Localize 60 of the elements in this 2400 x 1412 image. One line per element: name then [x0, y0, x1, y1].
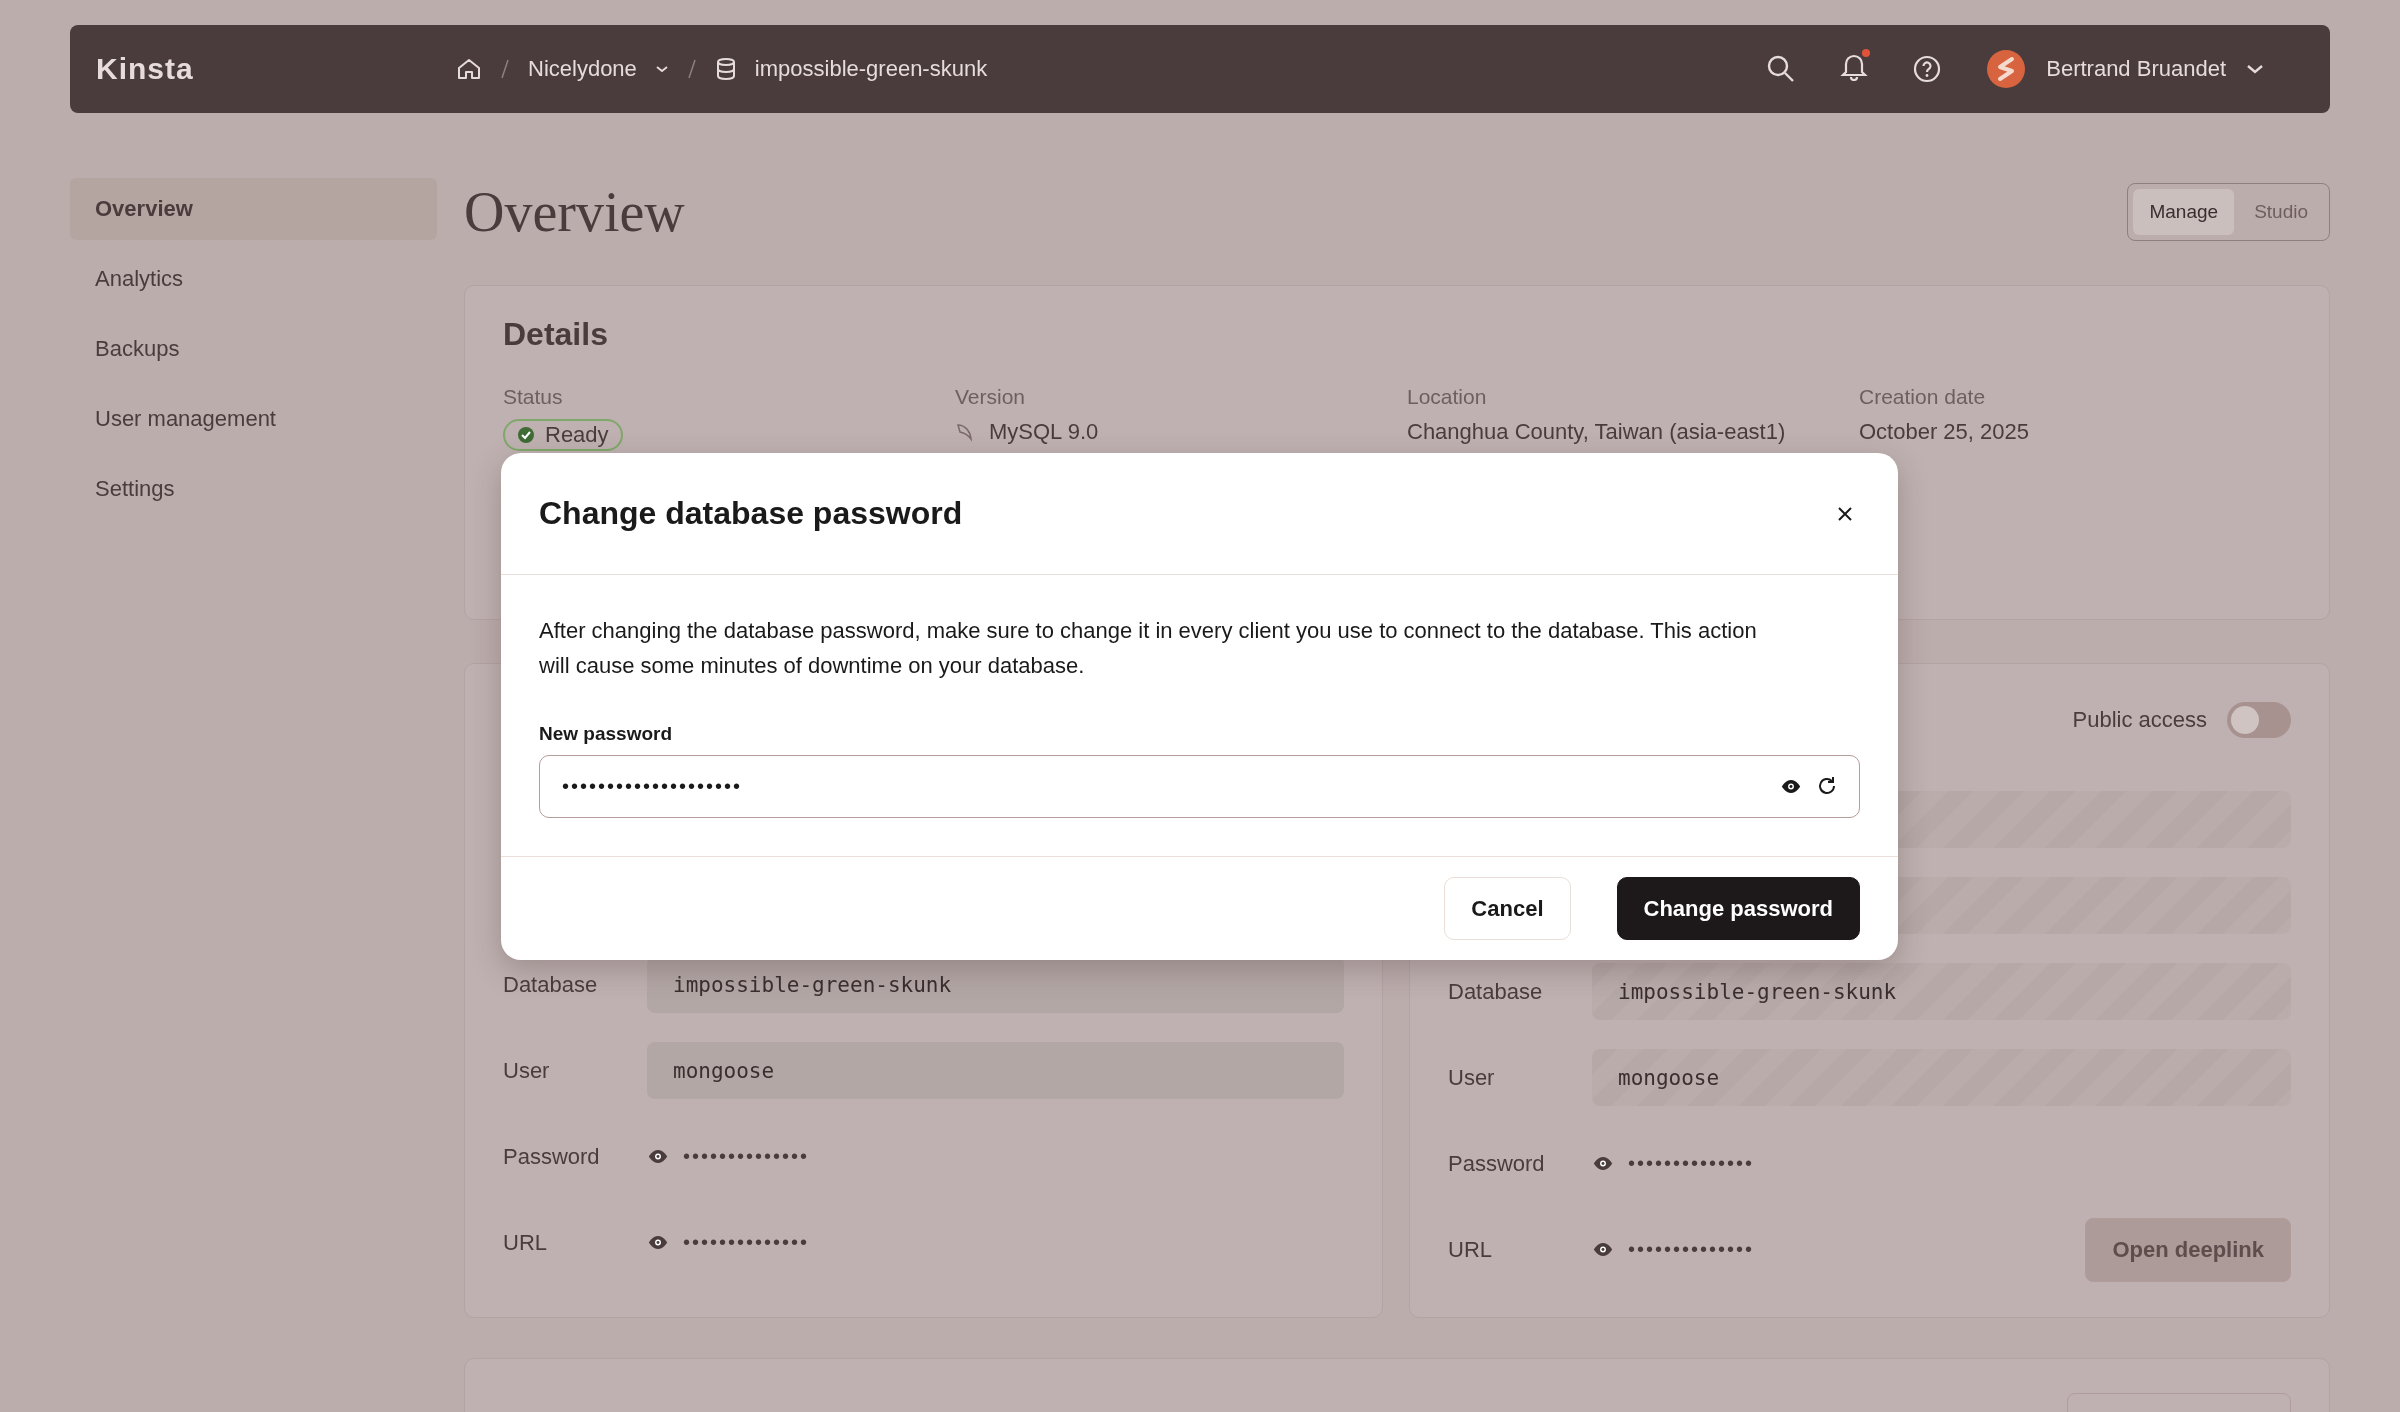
sidebar-item[interactable]: User management: [70, 388, 437, 450]
detail-value: October 25, 2025: [1859, 419, 2029, 445]
detail-label: Location: [1407, 385, 1488, 409]
masked-value: ••••••••••••••: [683, 1145, 810, 1168]
masked-value: ••••••••••••••: [1628, 1152, 1755, 1175]
show-password-icon[interactable]: [1780, 778, 1802, 794]
help-icon[interactable]: [1912, 54, 1943, 84]
cancel-button[interactable]: Cancel: [1444, 877, 1571, 940]
readonly-field: impossible-green-skunk: [1592, 963, 2291, 1020]
toggle-switch[interactable]: [2227, 702, 2291, 738]
page-title: Overview: [464, 179, 685, 244]
close-icon[interactable]: [1836, 504, 1854, 523]
refresh-icon[interactable]: [1816, 775, 1838, 797]
chevron-down-icon[interactable]: [2246, 63, 2264, 75]
breadcrumb-link[interactable]: Nicelydone: [528, 56, 637, 82]
field-label: User: [503, 1057, 551, 1084]
check-icon: [517, 426, 535, 444]
dialog-message: After changing the database password, make sure to change it in every client you use to connect to the database. This action will cause some minutes of downtime on your database.: [539, 617, 1758, 680]
field-label: Password: [1448, 1150, 1546, 1177]
readonly-field: mongoose: [1592, 1049, 2291, 1106]
view-tab[interactable]: Manage: [2133, 188, 2235, 235]
eye-icon[interactable]: [647, 1149, 669, 1164]
detail-label: Version: [955, 385, 1027, 409]
database-icon: [714, 57, 737, 81]
breadcrumb-link[interactable]: impossible-green-skunk: [754, 56, 988, 82]
sidebar-item[interactable]: Settings: [70, 458, 437, 520]
field-label: New password: [539, 723, 674, 745]
field-label: Database: [1448, 978, 1544, 1005]
eye-icon[interactable]: [647, 1235, 669, 1250]
breadcrumb-separator: [686, 58, 697, 80]
breadcrumb-separator: [500, 58, 510, 80]
field-label: User: [1448, 1064, 1496, 1091]
chevron-down-icon[interactable]: [654, 64, 669, 74]
field-label: Password: [503, 1143, 601, 1170]
detail-value: MySQL 9.0: [989, 419, 1099, 445]
password-field[interactable]: ••••••••••••••••••••: [539, 755, 1860, 818]
readonly-field: mongoose: [647, 1042, 1344, 1099]
card-title: Details: [503, 316, 609, 353]
status-badge: Ready: [503, 419, 623, 451]
sidebar-item[interactable]: Overview: [70, 178, 437, 240]
eye-icon[interactable]: [1592, 1156, 1614, 1171]
fin-icon: [955, 422, 975, 442]
submit-button[interactable]: Change password: [1616, 877, 1860, 940]
user-name[interactable]: Bertrand Bruandet: [2046, 56, 2226, 82]
masked-value: ••••••••••••••: [1628, 1238, 1755, 1261]
sidebar-item[interactable]: Analytics: [70, 248, 437, 310]
eye-icon[interactable]: [1592, 1242, 1614, 1257]
detail-label: Status: [503, 385, 564, 409]
avatar-icon[interactable]: [1986, 49, 2027, 89]
masked-value: ••••••••••••••: [683, 1231, 810, 1254]
field-label: URL: [1448, 1236, 1493, 1263]
field-label: Database: [503, 971, 599, 998]
detail-value: Changhua County, Taiwan (asia-east1): [1407, 419, 1786, 445]
field-label: URL: [503, 1229, 548, 1256]
detail-label: Creation date: [1859, 385, 1987, 409]
dialog-title: Change database password: [539, 495, 963, 532]
home-icon[interactable]: [456, 57, 482, 81]
toggle-label: Public access: [2072, 707, 2207, 733]
sidebar-item[interactable]: Backups: [70, 318, 437, 380]
logo[interactable]: Kinsta: [96, 52, 456, 86]
